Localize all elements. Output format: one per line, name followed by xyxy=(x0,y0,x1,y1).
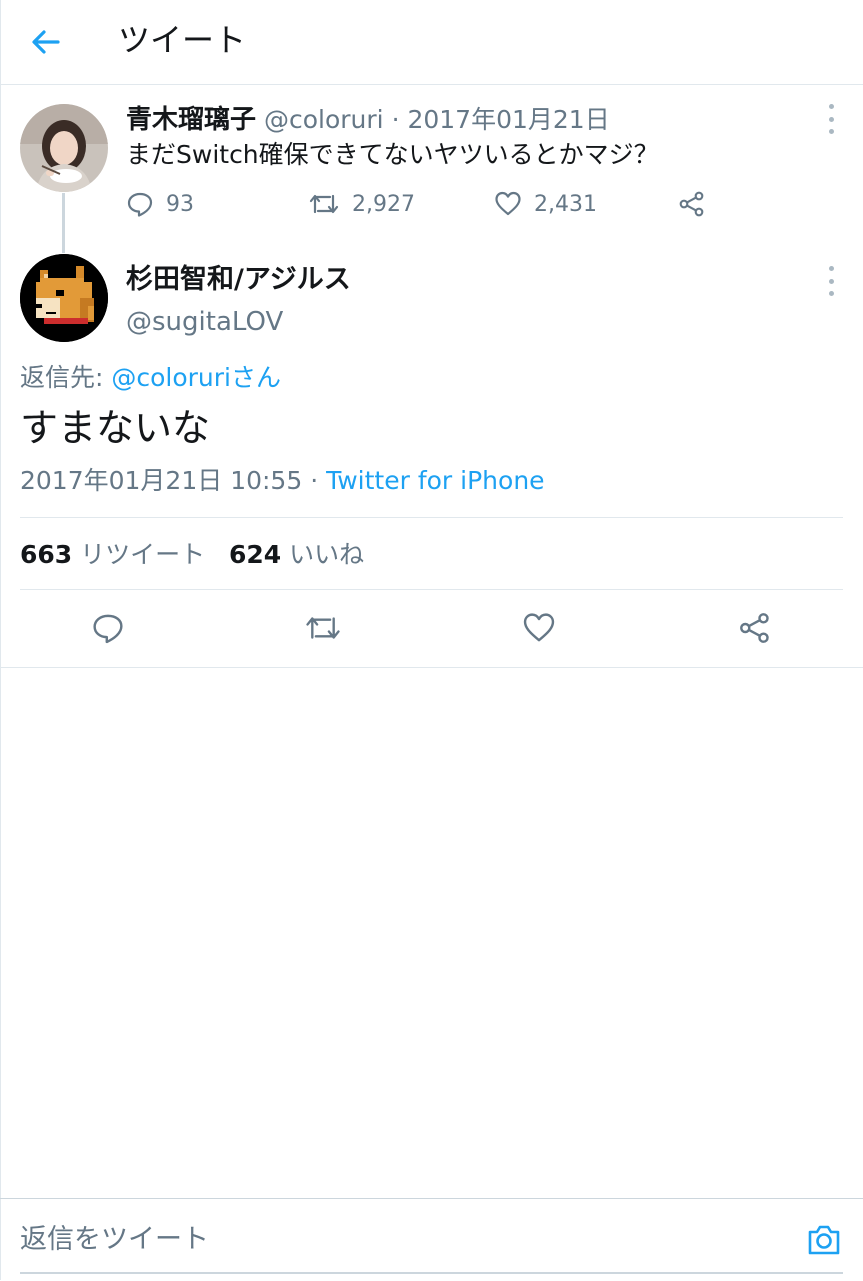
retweet-count: 2,927 xyxy=(352,191,415,217)
left-edge-border xyxy=(0,0,1,1280)
parent-author-handle[interactable]: @coloruri xyxy=(264,105,384,134)
dot-icon xyxy=(828,278,834,284)
parent-tweet-header: 青木瑠璃子 @coloruri · 2017年01月21日 xyxy=(126,104,610,136)
thread-connector-line xyxy=(62,193,65,253)
reply-button[interactable] xyxy=(88,608,128,648)
dot-icon xyxy=(828,116,834,122)
dot-icon xyxy=(828,266,834,271)
main-more-menu-button[interactable] xyxy=(826,266,836,296)
retweet-icon xyxy=(306,617,340,639)
retweets-count-link[interactable]: 663 リツイート xyxy=(20,540,205,569)
heart-icon xyxy=(523,613,555,642)
reply-input[interactable]: 返信をツイート xyxy=(20,1222,209,1258)
composer-underline xyxy=(20,1272,843,1274)
retweet-icon xyxy=(309,194,339,214)
avatar-sugitalov[interactable] xyxy=(20,254,108,342)
like-count: 2,431 xyxy=(534,191,597,217)
reply-icon xyxy=(93,614,123,644)
likes-count-link[interactable]: 624 いいね xyxy=(229,540,364,569)
dot-icon xyxy=(828,104,834,109)
tweet-timestamp: 2017年01月21日 10:55 xyxy=(20,466,303,495)
page-title: ツイート xyxy=(118,21,247,59)
author-name[interactable]: 杉田智和/アジルス xyxy=(126,262,351,298)
camera-button[interactable] xyxy=(804,1220,844,1260)
reply-context: 返信先: @coloruriさん xyxy=(20,362,281,394)
heart-icon xyxy=(495,191,521,216)
reply-count: 93 xyxy=(166,191,194,217)
tweet-timestamp-row: 2017年01月21日 10:55 · Twitter for iPhone xyxy=(20,464,545,498)
like-count-label: いいね xyxy=(289,540,365,569)
divider xyxy=(20,589,843,590)
retweet-total: 663 xyxy=(20,540,73,569)
meta-separator: · xyxy=(391,105,400,134)
dot-icon xyxy=(828,129,834,134)
share-icon xyxy=(679,191,704,217)
parent-tweet-date: 2017年01月21日 xyxy=(407,105,610,134)
parent-author-name[interactable]: 青木瑠璃子 xyxy=(126,105,256,135)
reply-to-label: 返信先: xyxy=(20,363,112,392)
engagement-counts: 663 リツイート 624 いいね xyxy=(20,538,364,572)
tweet-text: すまないな xyxy=(20,406,211,450)
parent-retweet-button[interactable]: 2,927 xyxy=(308,188,415,220)
parent-more-menu-button[interactable] xyxy=(826,104,836,134)
arrow-left-icon xyxy=(32,30,60,54)
author-handle[interactable]: @sugitaLOV xyxy=(126,304,283,340)
top-bar: ツイート xyxy=(0,0,863,85)
like-total: 624 xyxy=(229,540,282,569)
camera-icon xyxy=(808,1225,840,1255)
avatar-photo xyxy=(20,104,108,192)
back-button[interactable] xyxy=(26,22,66,62)
parent-reply-button[interactable]: 93 xyxy=(126,188,194,220)
dot-icon xyxy=(828,291,834,296)
share-icon xyxy=(740,613,769,643)
share-button[interactable] xyxy=(735,608,775,648)
reply-icon xyxy=(127,192,153,217)
divider xyxy=(0,667,863,668)
retweet-button[interactable] xyxy=(303,608,343,648)
avatar-coloruri[interactable] xyxy=(20,104,108,192)
timestamp-separator: · xyxy=(302,466,327,495)
like-button[interactable] xyxy=(519,608,559,648)
tweet-source-link[interactable]: Twitter for iPhone xyxy=(326,466,544,495)
retweet-count-label: リツイート xyxy=(80,540,206,569)
parent-tweet-text: まだSwitch確保できてないヤツいるとかマジ？ xyxy=(126,140,659,169)
avatar-pixel-dog xyxy=(20,254,108,342)
parent-share-button[interactable] xyxy=(678,188,718,220)
divider xyxy=(20,517,843,518)
reply-to-handle-link[interactable]: @coloruriさん xyxy=(111,363,281,392)
parent-like-button[interactable]: 2,431 xyxy=(494,188,597,220)
